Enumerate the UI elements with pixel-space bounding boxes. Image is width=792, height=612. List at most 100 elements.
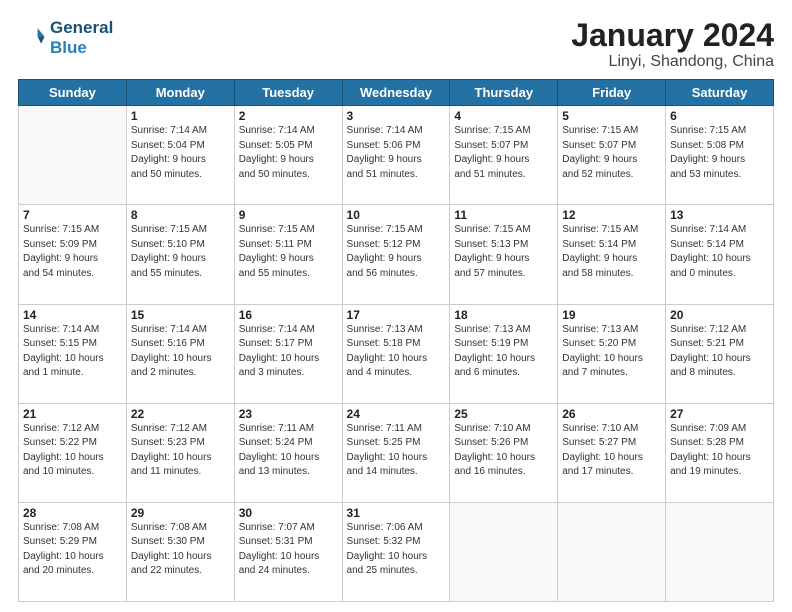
day-number: 28 <box>23 506 122 520</box>
day-info: Sunrise: 7:14 AM Sunset: 5:17 PM Dayligh… <box>239 323 338 381</box>
calendar-cell: 27Sunrise: 7:09 AM Sunset: 5:28 PM Dayli… <box>666 403 774 502</box>
day-info: Sunrise: 7:14 AM Sunset: 5:16 PM Dayligh… <box>131 323 230 381</box>
day-number: 2 <box>239 109 338 123</box>
day-info: Sunrise: 7:11 AM Sunset: 5:24 PM Dayligh… <box>239 422 338 480</box>
calendar-week-row: 1Sunrise: 7:14 AM Sunset: 5:04 PM Daylig… <box>19 106 774 205</box>
day-info: Sunrise: 7:09 AM Sunset: 5:28 PM Dayligh… <box>670 422 769 480</box>
day-info: Sunrise: 7:13 AM Sunset: 5:18 PM Dayligh… <box>347 323 446 381</box>
day-info: Sunrise: 7:15 AM Sunset: 5:13 PM Dayligh… <box>454 223 553 281</box>
day-info: Sunrise: 7:07 AM Sunset: 5:31 PM Dayligh… <box>239 521 338 579</box>
calendar-cell: 24Sunrise: 7:11 AM Sunset: 5:25 PM Dayli… <box>342 403 450 502</box>
day-info: Sunrise: 7:10 AM Sunset: 5:27 PM Dayligh… <box>562 422 661 480</box>
calendar-cell: 2Sunrise: 7:14 AM Sunset: 5:05 PM Daylig… <box>234 106 342 205</box>
day-info: Sunrise: 7:15 AM Sunset: 5:08 PM Dayligh… <box>670 124 769 182</box>
calendar-cell: 23Sunrise: 7:11 AM Sunset: 5:24 PM Dayli… <box>234 403 342 502</box>
calendar-cell: 1Sunrise: 7:14 AM Sunset: 5:04 PM Daylig… <box>126 106 234 205</box>
day-number: 17 <box>347 308 446 322</box>
day-number: 27 <box>670 407 769 421</box>
calendar-cell: 17Sunrise: 7:13 AM Sunset: 5:18 PM Dayli… <box>342 304 450 403</box>
day-number: 8 <box>131 208 230 222</box>
calendar-header-row: Sunday Monday Tuesday Wednesday Thursday… <box>19 80 774 106</box>
calendar-cell: 29Sunrise: 7:08 AM Sunset: 5:30 PM Dayli… <box>126 502 234 601</box>
calendar-cell: 3Sunrise: 7:14 AM Sunset: 5:06 PM Daylig… <box>342 106 450 205</box>
title-block: January 2024 Linyi, Shandong, China <box>571 18 774 71</box>
col-friday: Friday <box>558 80 666 106</box>
day-number: 4 <box>454 109 553 123</box>
day-info: Sunrise: 7:10 AM Sunset: 5:26 PM Dayligh… <box>454 422 553 480</box>
calendar-cell <box>450 502 558 601</box>
day-info: Sunrise: 7:15 AM Sunset: 5:09 PM Dayligh… <box>23 223 122 281</box>
day-info: Sunrise: 7:08 AM Sunset: 5:29 PM Dayligh… <box>23 521 122 579</box>
day-number: 11 <box>454 208 553 222</box>
day-number: 29 <box>131 506 230 520</box>
calendar-cell: 7Sunrise: 7:15 AM Sunset: 5:09 PM Daylig… <box>19 205 127 304</box>
day-number: 31 <box>347 506 446 520</box>
calendar-cell: 11Sunrise: 7:15 AM Sunset: 5:13 PM Dayli… <box>450 205 558 304</box>
calendar-cell: 5Sunrise: 7:15 AM Sunset: 5:07 PM Daylig… <box>558 106 666 205</box>
calendar-body: 1Sunrise: 7:14 AM Sunset: 5:04 PM Daylig… <box>19 106 774 602</box>
calendar-cell: 20Sunrise: 7:12 AM Sunset: 5:21 PM Dayli… <box>666 304 774 403</box>
calendar-cell: 26Sunrise: 7:10 AM Sunset: 5:27 PM Dayli… <box>558 403 666 502</box>
calendar-week-row: 7Sunrise: 7:15 AM Sunset: 5:09 PM Daylig… <box>19 205 774 304</box>
calendar-cell: 10Sunrise: 7:15 AM Sunset: 5:12 PM Dayli… <box>342 205 450 304</box>
calendar-cell: 9Sunrise: 7:15 AM Sunset: 5:11 PM Daylig… <box>234 205 342 304</box>
day-number: 12 <box>562 208 661 222</box>
calendar-week-row: 28Sunrise: 7:08 AM Sunset: 5:29 PM Dayli… <box>19 502 774 601</box>
calendar-cell: 12Sunrise: 7:15 AM Sunset: 5:14 PM Dayli… <box>558 205 666 304</box>
day-number: 3 <box>347 109 446 123</box>
col-thursday: Thursday <box>450 80 558 106</box>
day-number: 1 <box>131 109 230 123</box>
day-number: 6 <box>670 109 769 123</box>
day-info: Sunrise: 7:14 AM Sunset: 5:04 PM Dayligh… <box>131 124 230 182</box>
logo-text: General Blue <box>50 18 113 58</box>
day-number: 24 <box>347 407 446 421</box>
day-number: 7 <box>23 208 122 222</box>
col-sunday: Sunday <box>19 80 127 106</box>
calendar-cell <box>666 502 774 601</box>
day-number: 22 <box>131 407 230 421</box>
calendar-cell: 16Sunrise: 7:14 AM Sunset: 5:17 PM Dayli… <box>234 304 342 403</box>
day-info: Sunrise: 7:14 AM Sunset: 5:05 PM Dayligh… <box>239 124 338 182</box>
calendar-cell: 19Sunrise: 7:13 AM Sunset: 5:20 PM Dayli… <box>558 304 666 403</box>
calendar-cell: 21Sunrise: 7:12 AM Sunset: 5:22 PM Dayli… <box>19 403 127 502</box>
day-info: Sunrise: 7:14 AM Sunset: 5:15 PM Dayligh… <box>23 323 122 381</box>
day-info: Sunrise: 7:11 AM Sunset: 5:25 PM Dayligh… <box>347 422 446 480</box>
calendar-cell <box>558 502 666 601</box>
day-info: Sunrise: 7:12 AM Sunset: 5:23 PM Dayligh… <box>131 422 230 480</box>
day-number: 21 <box>23 407 122 421</box>
day-info: Sunrise: 7:06 AM Sunset: 5:32 PM Dayligh… <box>347 521 446 579</box>
day-number: 16 <box>239 308 338 322</box>
subtitle: Linyi, Shandong, China <box>571 53 774 71</box>
day-number: 20 <box>670 308 769 322</box>
calendar-cell: 13Sunrise: 7:14 AM Sunset: 5:14 PM Dayli… <box>666 205 774 304</box>
calendar-cell: 22Sunrise: 7:12 AM Sunset: 5:23 PM Dayli… <box>126 403 234 502</box>
day-info: Sunrise: 7:15 AM Sunset: 5:12 PM Dayligh… <box>347 223 446 281</box>
day-info: Sunrise: 7:15 AM Sunset: 5:10 PM Dayligh… <box>131 223 230 281</box>
day-number: 25 <box>454 407 553 421</box>
col-tuesday: Tuesday <box>234 80 342 106</box>
calendar-cell: 28Sunrise: 7:08 AM Sunset: 5:29 PM Dayli… <box>19 502 127 601</box>
col-monday: Monday <box>126 80 234 106</box>
day-info: Sunrise: 7:15 AM Sunset: 5:14 PM Dayligh… <box>562 223 661 281</box>
day-info: Sunrise: 7:12 AM Sunset: 5:22 PM Dayligh… <box>23 422 122 480</box>
calendar-week-row: 14Sunrise: 7:14 AM Sunset: 5:15 PM Dayli… <box>19 304 774 403</box>
day-number: 13 <box>670 208 769 222</box>
calendar-cell: 15Sunrise: 7:14 AM Sunset: 5:16 PM Dayli… <box>126 304 234 403</box>
day-info: Sunrise: 7:15 AM Sunset: 5:07 PM Dayligh… <box>454 124 553 182</box>
calendar-cell: 31Sunrise: 7:06 AM Sunset: 5:32 PM Dayli… <box>342 502 450 601</box>
calendar-cell: 18Sunrise: 7:13 AM Sunset: 5:19 PM Dayli… <box>450 304 558 403</box>
calendar-cell: 6Sunrise: 7:15 AM Sunset: 5:08 PM Daylig… <box>666 106 774 205</box>
calendar-cell: 30Sunrise: 7:07 AM Sunset: 5:31 PM Dayli… <box>234 502 342 601</box>
day-info: Sunrise: 7:08 AM Sunset: 5:30 PM Dayligh… <box>131 521 230 579</box>
main-title: January 2024 <box>571 18 774 53</box>
day-number: 14 <box>23 308 122 322</box>
header: General Blue January 2024 Linyi, Shandon… <box>18 18 774 71</box>
calendar-week-row: 21Sunrise: 7:12 AM Sunset: 5:22 PM Dayli… <box>19 403 774 502</box>
day-number: 18 <box>454 308 553 322</box>
logo: General Blue <box>18 18 113 58</box>
day-number: 23 <box>239 407 338 421</box>
day-number: 5 <box>562 109 661 123</box>
day-info: Sunrise: 7:13 AM Sunset: 5:20 PM Dayligh… <box>562 323 661 381</box>
page: General Blue January 2024 Linyi, Shandon… <box>0 0 792 612</box>
day-info: Sunrise: 7:12 AM Sunset: 5:21 PM Dayligh… <box>670 323 769 381</box>
